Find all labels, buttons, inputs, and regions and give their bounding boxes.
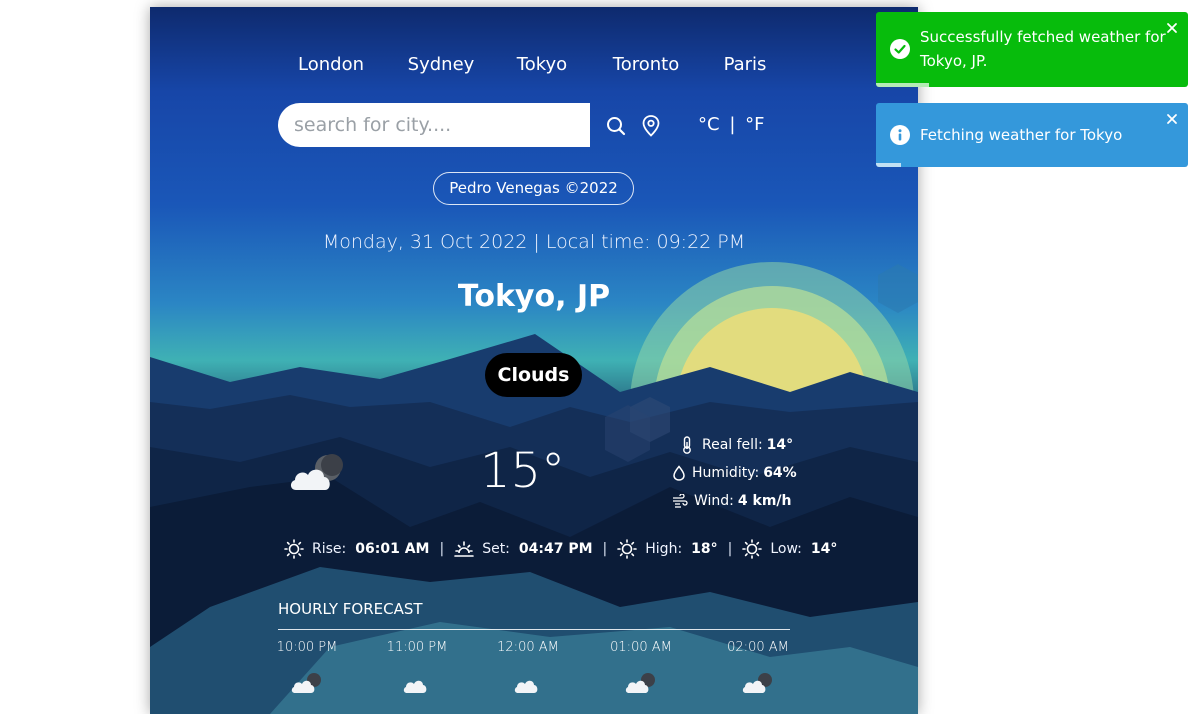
forecast-hour: 10:00 PM	[262, 640, 352, 696]
low-label: Low:	[770, 541, 802, 557]
unit-toggle: °C | °F	[698, 114, 764, 135]
author-credit-badge: Pedro Venegas ©2022	[433, 172, 634, 205]
sun-low-icon	[742, 539, 763, 559]
close-icon[interactable]	[1166, 20, 1178, 38]
weather-app: London Sydney Tokyo Toronto Paris °C | °…	[150, 7, 918, 714]
search-icon[interactable]	[606, 116, 626, 140]
cloud-night-icon	[742, 673, 772, 693]
forecast-hour: 01:00 AM	[596, 640, 686, 696]
wind-icon	[673, 494, 688, 508]
toast-success[interactable]: Successfully fetched weather for Tokyo, …	[876, 12, 1188, 87]
forecast-hour: 12:00 AM	[483, 640, 573, 696]
sun-and-range-row: Rise: 06:01 AM | Set: 04:47 PM | High: 1…	[284, 538, 837, 560]
forecast-hour: 11:00 PM	[372, 640, 462, 696]
wind-value: 4 km/h	[737, 493, 792, 509]
real-feel-label: Real fell:	[702, 437, 763, 453]
search-input[interactable]	[278, 103, 590, 147]
city-button-toronto[interactable]: Toronto	[613, 54, 679, 75]
high-label: High:	[645, 541, 683, 557]
city-button-tokyo[interactable]: Tokyo	[517, 54, 567, 75]
local-datetime: Monday, 31 Oct 2022 | Local time: 09:22 …	[322, 231, 746, 253]
real-feel-row: Real fell: 14°	[681, 435, 793, 455]
humidity-row: Humidity: 64%	[672, 463, 797, 483]
droplet-icon	[673, 465, 685, 481]
toast-progress-bar	[876, 83, 930, 87]
low-value: 14°	[810, 541, 838, 557]
close-icon[interactable]	[1166, 111, 1178, 129]
wind-label: Wind:	[694, 493, 734, 509]
sunset-value: 04:47 PM	[518, 541, 593, 557]
sunset-label: Set:	[482, 541, 510, 557]
separator: |	[602, 541, 608, 557]
forecast-time: 01:00 AM	[610, 640, 672, 655]
fahrenheit-button[interactable]: °F	[745, 114, 764, 135]
city-button-london[interactable]: London	[298, 54, 364, 75]
humidity-label: Humidity:	[692, 465, 760, 481]
forecast-divider	[278, 629, 790, 630]
humidity-value: 64%	[763, 465, 797, 481]
forecast-time: 12:00 AM	[497, 640, 559, 655]
weather-condition-badge: Clouds	[485, 353, 582, 397]
cloud-night-icon	[625, 673, 655, 693]
toast-message-line2: Tokyo, JP.	[920, 52, 988, 70]
cloud-night-icon	[291, 673, 321, 693]
celsius-button[interactable]: °C	[698, 114, 720, 135]
toast-message-line1: Successfully fetched weather for	[920, 28, 1166, 46]
location-pin-icon[interactable]	[642, 115, 660, 141]
cloud-icon	[514, 680, 538, 693]
city-button-paris[interactable]: Paris	[724, 54, 767, 75]
unit-separator: |	[729, 114, 736, 135]
forecast-time: 11:00 PM	[386, 640, 448, 655]
info-circle-icon	[890, 125, 910, 149]
cloud-night-icon	[288, 454, 348, 498]
sunrise-icon	[284, 539, 304, 559]
sunrise-label: Rise:	[312, 541, 347, 557]
location-title: Tokyo, JP	[457, 279, 611, 314]
sunrise-value: 06:01 AM	[355, 541, 430, 557]
toast-message: Fetching weather for Tokyo	[920, 126, 1123, 144]
city-button-sydney[interactable]: Sydney	[408, 54, 475, 75]
hourly-forecast-title: HOURLY FORECAST	[278, 600, 423, 618]
forecast-time: 10:00 PM	[276, 640, 338, 655]
toast-progress-bar	[876, 163, 901, 167]
wind-row: Wind: 4 km/h	[672, 491, 792, 511]
toast-info[interactable]: Fetching weather for Tokyo	[876, 103, 1188, 167]
thermometer-icon	[683, 436, 691, 454]
sun-high-icon	[617, 539, 638, 559]
real-feel-value: 14°	[766, 437, 794, 453]
forecast-time: 02:00 AM	[727, 640, 789, 655]
check-circle-icon	[890, 39, 910, 63]
separator: |	[439, 541, 445, 557]
cloud-icon	[403, 680, 427, 693]
separator: |	[727, 541, 733, 557]
sunset-icon	[454, 541, 474, 557]
current-temperature: 15°	[480, 443, 566, 499]
forecast-hour: 02:00 AM	[713, 640, 803, 696]
high-value: 18°	[691, 541, 718, 557]
